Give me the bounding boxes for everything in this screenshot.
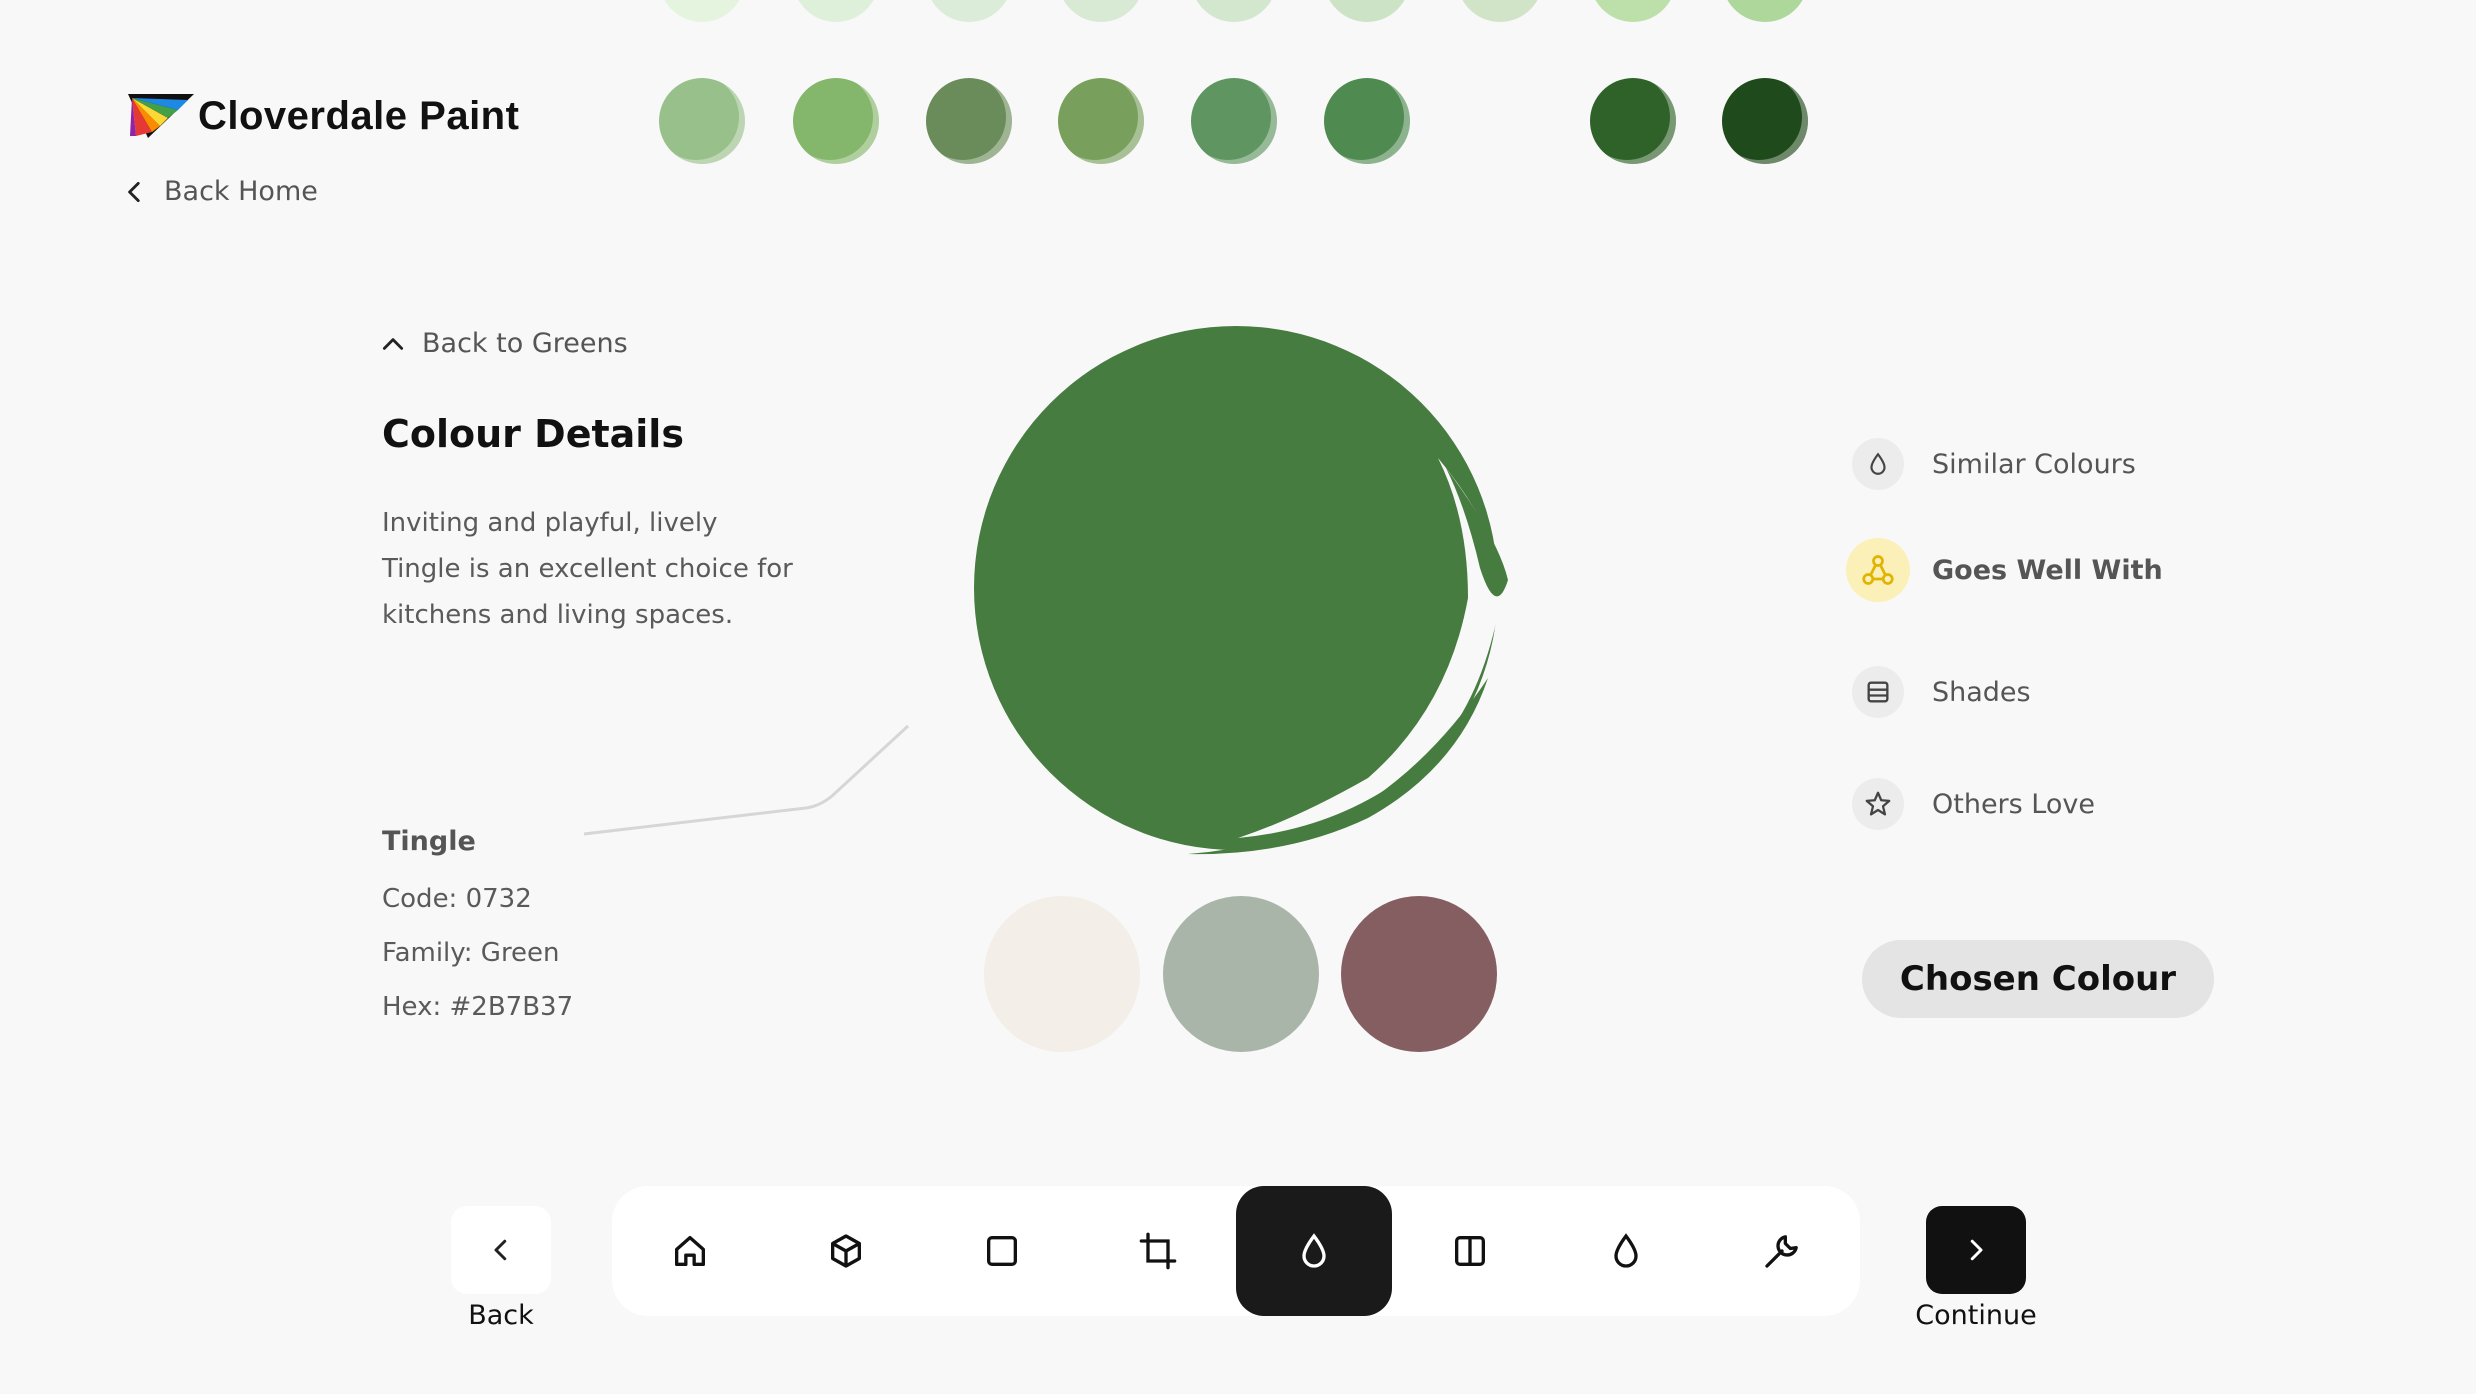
cube-icon bbox=[831, 1234, 861, 1268]
swatch[interactable] bbox=[793, 78, 879, 164]
tool-crop[interactable] bbox=[1080, 1186, 1236, 1316]
menu-shades[interactable]: Shades bbox=[1852, 666, 2031, 718]
swatch[interactable] bbox=[1590, 0, 1676, 22]
swatch[interactable] bbox=[659, 0, 745, 22]
menu-goes-well-with[interactable]: Goes Well With bbox=[1846, 538, 2163, 602]
swatch[interactable] bbox=[1191, 78, 1277, 164]
back-to-family-link[interactable]: Back to Greens bbox=[380, 328, 628, 359]
back-home-link[interactable]: Back Home bbox=[122, 176, 318, 207]
back-button[interactable] bbox=[451, 1206, 551, 1294]
square-icon bbox=[987, 1236, 1017, 1266]
colour-description: Inviting and playful, lively Tingle is a… bbox=[382, 508, 793, 630]
menu-item-label: Similar Colours bbox=[1932, 448, 2136, 480]
colour-code: Code: 0732 bbox=[382, 884, 532, 914]
chevron-left-icon bbox=[128, 181, 140, 202]
connector-line bbox=[583, 724, 910, 836]
chevron-left-icon bbox=[494, 1239, 507, 1261]
tool-3d[interactable] bbox=[768, 1186, 924, 1316]
menu-similar-colours[interactable]: Similar Colours bbox=[1852, 438, 2136, 490]
swatch[interactable] bbox=[926, 0, 1012, 22]
swatch[interactable] bbox=[659, 78, 745, 164]
chosen-colour-button[interactable]: Chosen Colour bbox=[1862, 940, 2214, 1018]
drop-icon bbox=[1614, 1233, 1638, 1268]
back-to-family-label: Back to Greens bbox=[422, 328, 628, 359]
drop-icon bbox=[1302, 1233, 1326, 1268]
swatch[interactable] bbox=[1722, 0, 1808, 22]
colour-details-heading: Colour Details bbox=[382, 412, 684, 456]
swatch[interactable] bbox=[1457, 0, 1543, 22]
brand-name: Cloverdale Paint bbox=[198, 93, 520, 138]
swatch[interactable] bbox=[1058, 0, 1144, 22]
wrench-icon bbox=[1765, 1235, 1798, 1268]
tool-settings[interactable] bbox=[1704, 1186, 1860, 1316]
swatch[interactable] bbox=[1058, 78, 1144, 164]
crop-icon bbox=[1139, 1232, 1177, 1270]
menu-item-label: Shades bbox=[1932, 676, 2031, 708]
menu-others-love[interactable]: Others Love bbox=[1852, 778, 2095, 830]
star-icon bbox=[1852, 778, 1904, 830]
continue-label: Continue bbox=[1915, 1300, 2037, 1331]
colour-name: Tingle bbox=[382, 826, 476, 857]
pairing-swatch[interactable] bbox=[1163, 896, 1319, 1052]
chevron-up-icon bbox=[382, 337, 404, 350]
continue-button[interactable] bbox=[1926, 1206, 2026, 1294]
colour-hex: Hex: #2B7B37 bbox=[382, 992, 574, 1022]
tool-colour-alt[interactable] bbox=[1548, 1186, 1704, 1316]
chevron-right-icon bbox=[1970, 1239, 1983, 1261]
back-label: Back bbox=[468, 1300, 534, 1331]
pairing-swatch[interactable] bbox=[984, 896, 1140, 1052]
menu-item-label: Others Love bbox=[1932, 788, 2095, 820]
menu-item-label: Goes Well With bbox=[1932, 554, 2163, 586]
swatch[interactable] bbox=[1324, 0, 1410, 22]
drop-icon bbox=[1852, 438, 1904, 490]
pairing-swatch[interactable] bbox=[1341, 896, 1497, 1052]
brand-logo[interactable]: Cloverdale Paint bbox=[126, 92, 519, 140]
swatch[interactable] bbox=[1722, 78, 1808, 164]
swatch[interactable] bbox=[1191, 0, 1277, 22]
swatch[interactable] bbox=[1590, 78, 1676, 164]
tool-surface[interactable] bbox=[924, 1186, 1080, 1316]
back-home-label: Back Home bbox=[164, 176, 318, 207]
connection-icon bbox=[1846, 538, 1910, 602]
tool-compare[interactable] bbox=[1392, 1186, 1548, 1316]
swatch[interactable] bbox=[793, 0, 879, 22]
tool-bar bbox=[612, 1186, 1860, 1316]
layers-icon bbox=[1852, 666, 1904, 718]
colour-family: Family: Green bbox=[382, 938, 560, 968]
split-icon bbox=[1455, 1236, 1485, 1266]
tool-home[interactable] bbox=[612, 1186, 768, 1316]
swatch[interactable] bbox=[926, 78, 1012, 164]
home-icon bbox=[675, 1236, 705, 1266]
rainbow-fan-icon bbox=[128, 94, 194, 138]
tool-colour[interactable] bbox=[1236, 1186, 1392, 1316]
swatch[interactable] bbox=[1324, 78, 1410, 164]
main-colour-swatch bbox=[974, 326, 1508, 855]
